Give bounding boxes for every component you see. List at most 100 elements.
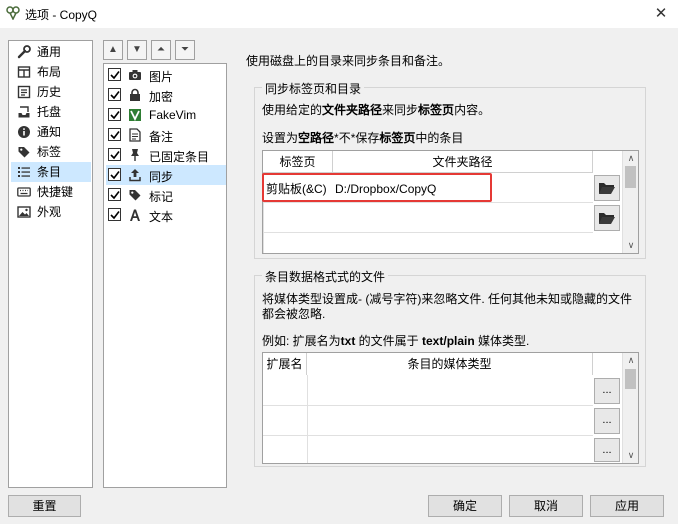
plugin-label: 同步	[149, 170, 174, 184]
plugin-item[interactable]: 加密	[106, 85, 226, 105]
category-label: 快捷键	[37, 185, 74, 199]
apply-button[interactable]: 应用	[590, 495, 664, 517]
mime-column-header[interactable]: 条目的媒体类型	[307, 353, 593, 375]
sync-help-line-2: 设置为空路径*不*保存标签页中的条目	[262, 131, 464, 145]
scroll-thumb[interactable]	[625, 369, 636, 389]
category-label: 外观	[37, 205, 62, 219]
plugin-list: 图片加密 FakeVim 备注已固定条目同步标记文本	[103, 63, 227, 488]
copyq-logo-icon	[6, 6, 20, 20]
category-item[interactable]: 标签	[11, 142, 91, 162]
format-table-scrollbar[interactable]: ∧ ∨	[622, 353, 638, 463]
category-item[interactable]: 外观	[11, 202, 91, 222]
plugin-label: 图片	[149, 70, 174, 84]
move-bottom-icon[interactable]: ⏷	[175, 40, 195, 60]
pin-icon	[128, 148, 142, 162]
more-button[interactable]: ...	[594, 438, 620, 462]
plugin-checkbox[interactable]	[108, 148, 121, 161]
format-table: 扩展名 条目的媒体类型 ... ... ... ∧ ∨	[262, 352, 639, 464]
plugin-item[interactable]: 同步	[106, 165, 226, 185]
plugin-item[interactable]: FakeVim	[106, 105, 226, 125]
plugin-item[interactable]: 已固定条目	[106, 145, 226, 165]
category-item[interactable]: 通用	[11, 42, 91, 62]
plugin-checkbox[interactable]	[108, 208, 121, 221]
plugin-description: 使用磁盘上的目录来同步条目和备注。	[246, 54, 451, 68]
plugin-checkbox[interactable]	[108, 108, 121, 121]
category-item[interactable]: 条目	[11, 162, 91, 182]
category-label: 托盘	[37, 105, 62, 119]
ext-column-header[interactable]: 扩展名	[263, 353, 307, 375]
category-item[interactable]: 布局	[11, 62, 91, 82]
tray-icon	[17, 105, 31, 119]
scroll-up-icon[interactable]: ∧	[624, 152, 638, 164]
tag-icon	[17, 145, 31, 159]
format-help-line-2: 都会被忽略.	[262, 307, 326, 321]
scroll-up-icon[interactable]: ∧	[624, 354, 638, 366]
sync-tabs-group-title: 同步标签页和目录	[262, 80, 365, 97]
tag-icon	[128, 188, 142, 202]
more-button[interactable]: ...	[594, 408, 620, 434]
plugin-label: 文本	[149, 210, 174, 224]
plugin-checkbox[interactable]	[108, 128, 121, 141]
format-files-group-title: 条目数据格式式的文件	[262, 268, 389, 285]
plugin-item[interactable]: 图片	[106, 65, 226, 85]
category-label: 通知	[37, 125, 62, 139]
sync-table-scrollbar[interactable]: ∧ ∨	[622, 151, 638, 253]
plugin-order-toolbar: ▲ ▼ ⏶ ⏷	[103, 40, 221, 62]
keyboard-icon	[17, 185, 31, 199]
scroll-down-icon[interactable]: ∨	[624, 239, 638, 251]
layout-icon	[17, 65, 31, 79]
cancel-button[interactable]: 取消	[509, 495, 583, 517]
tab-column-header[interactable]: 标签页	[263, 151, 333, 173]
image-icon	[17, 205, 31, 219]
window-title: 选项 - CopyQ	[25, 8, 98, 22]
category-label: 通用	[37, 45, 62, 59]
format-help-line-3: 例如: 扩展名为txt 的文件属于 text/plain 媒体类型.	[262, 334, 530, 348]
plugin-label: FakeVim	[149, 108, 197, 122]
move-up-icon[interactable]: ▲	[103, 40, 123, 60]
list-icon	[17, 165, 31, 179]
ok-button[interactable]: 确定	[428, 495, 502, 517]
plugin-label: 备注	[149, 130, 174, 144]
lock-icon	[128, 88, 142, 102]
plugin-label: 标记	[149, 190, 174, 204]
plugin-checkbox[interactable]	[108, 88, 121, 101]
category-label: 标签	[37, 145, 62, 159]
move-down-icon[interactable]: ▼	[127, 40, 147, 60]
sync-icon	[128, 168, 142, 182]
category-label: 条目	[37, 165, 62, 179]
plugin-checkbox[interactable]	[108, 168, 121, 181]
plugin-item[interactable]: 标记	[106, 185, 226, 205]
text-icon	[128, 208, 142, 222]
plugin-checkbox[interactable]	[108, 188, 121, 201]
folder-open-icon[interactable]	[594, 205, 620, 231]
plugin-item[interactable]: 备注	[106, 125, 226, 145]
category-label: 布局	[37, 65, 62, 79]
sync-table: 标签页 文件夹路径 剪贴板(&C) D:/Dropbox/CopyQ ∧ ∨	[262, 150, 639, 254]
plugin-label: 已固定条目	[149, 150, 210, 164]
category-item[interactable]: 托盘	[11, 102, 91, 122]
wrench-icon	[17, 45, 31, 59]
history-icon	[17, 85, 31, 99]
sync-help-line-1: 使用给定的文件夹路径来同步标签页内容。	[262, 103, 491, 117]
title-bar: 选项 - CopyQ ✕	[0, 0, 678, 28]
folder-open-icon[interactable]	[594, 175, 620, 201]
plugin-label: 加密	[149, 90, 174, 104]
plugin-checkbox[interactable]	[108, 68, 121, 81]
fakevim-icon	[128, 108, 142, 122]
close-icon[interactable]: ✕	[650, 3, 672, 25]
category-item[interactable]: 历史	[11, 82, 91, 102]
move-top-icon[interactable]: ⏶	[151, 40, 171, 60]
category-list: 通用布局历史托盘通知标签条目快捷键外观	[8, 40, 93, 488]
reset-button[interactable]: 重置	[8, 495, 81, 517]
note-icon	[128, 128, 142, 142]
category-item[interactable]: 通知	[11, 122, 91, 142]
category-item[interactable]: 快捷键	[11, 182, 91, 202]
category-label: 历史	[37, 85, 62, 99]
scroll-thumb[interactable]	[625, 166, 636, 188]
info-icon	[17, 125, 31, 139]
more-button[interactable]: ...	[594, 378, 620, 404]
scroll-down-icon[interactable]: ∨	[624, 449, 638, 461]
plugin-item[interactable]: 文本	[106, 205, 226, 225]
path-column-header[interactable]: 文件夹路径	[333, 151, 593, 173]
camera-icon	[128, 68, 142, 82]
